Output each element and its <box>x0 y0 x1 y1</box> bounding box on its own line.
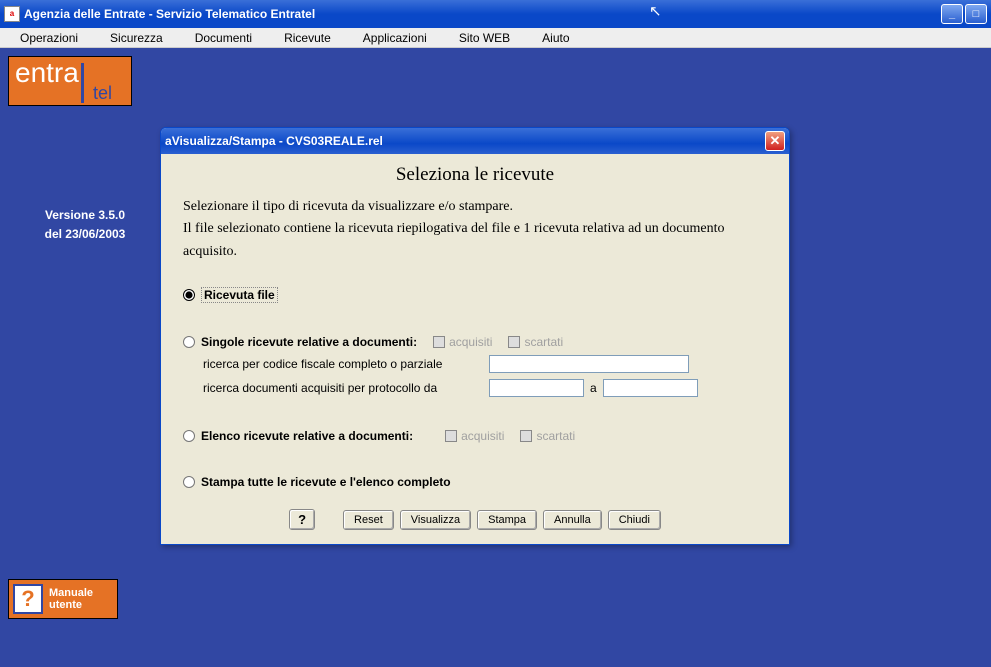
annulla-button[interactable]: Annulla <box>543 510 602 530</box>
input-protocollo-da[interactable] <box>489 379 584 397</box>
radio-singole-ricevute[interactable] <box>183 336 195 348</box>
app-icon: a <box>4 6 20 22</box>
input-protocollo-a[interactable] <box>603 379 698 397</box>
option-singole-ricevute[interactable]: Singole ricevute relative a documenti: a… <box>183 335 767 349</box>
minimize-button[interactable]: _ <box>941 4 963 24</box>
menubar: Operazioni Sicurezza Documenti Ricevute … <box>0 28 991 48</box>
stampa-button[interactable]: Stampa <box>477 510 537 530</box>
option-stampa-tutte[interactable]: Stampa tutte le ricevute e l'elenco comp… <box>183 475 767 489</box>
input-codice-fiscale[interactable] <box>489 355 689 373</box>
label-acquisiti-2: acquisiti <box>461 429 504 443</box>
label-protocollo: ricerca documenti acquisiti per protocol… <box>203 381 483 395</box>
manual-line2: utente <box>49 599 93 611</box>
logo-text-tel: tel <box>93 81 112 105</box>
option-ricevuta-file[interactable]: Ricevuta file <box>183 287 767 303</box>
label-stampa-tutte: Stampa tutte le ricevute e l'elenco comp… <box>201 475 451 489</box>
window-title: Agenzia delle Entrate - Servizio Telemat… <box>24 7 941 21</box>
label-scartati-2: scartati <box>536 429 575 443</box>
menu-aiuto[interactable]: Aiuto <box>526 29 585 47</box>
menu-documenti[interactable]: Documenti <box>179 29 268 47</box>
option-elenco-ricevute[interactable]: Elenco ricevute relative a documenti: ac… <box>183 429 767 443</box>
checkbox-scartati-1[interactable] <box>508 336 520 348</box>
label-protocollo-sep: a <box>590 381 597 395</box>
dialog-button-row: ? Reset Visualizza Stampa Annulla Chiudi <box>183 509 767 530</box>
dialog-heading: Seleziona le ricevute <box>183 164 767 186</box>
manual-line1: Manuale <box>49 587 93 599</box>
row-codice-fiscale: ricerca per codice fiscale completo o pa… <box>203 355 767 373</box>
maximize-button[interactable]: □ <box>965 4 987 24</box>
reset-button[interactable]: Reset <box>343 510 394 530</box>
logo-text-entra: entra <box>15 57 79 88</box>
menu-sicurezza[interactable]: Sicurezza <box>94 29 179 47</box>
logo: entra tel <box>8 56 132 106</box>
label-ricevuta-file: Ricevuta file <box>201 287 278 303</box>
version-line2: del 23/06/2003 <box>8 225 162 244</box>
radio-elenco-ricevute[interactable] <box>183 430 195 442</box>
chiudi-button[interactable]: Chiudi <box>608 510 661 530</box>
radio-stampa-tutte[interactable] <box>183 476 195 488</box>
sidebar: entra tel Versione 3.5.0 del 23/06/2003 … <box>0 48 170 667</box>
version-block: Versione 3.5.0 del 23/06/2003 <box>8 206 162 244</box>
dialog-description: Selezionare il tipo di ricevuta da visua… <box>183 196 767 263</box>
label-scartati-1: scartati <box>524 335 563 349</box>
dialog-icon: a <box>165 134 172 148</box>
dialog-title: Visualizza/Stampa - CVS03REALE.rel <box>172 134 765 148</box>
label-singole-ricevute: Singole ricevute relative a documenti: <box>201 335 417 349</box>
version-line1: Versione 3.5.0 <box>8 206 162 225</box>
visualizza-button[interactable]: Visualizza <box>400 510 471 530</box>
row-protocollo: ricerca documenti acquisiti per protocol… <box>203 379 767 397</box>
menu-ricevute[interactable]: Ricevute <box>268 29 347 47</box>
help-icon: ? <box>13 584 43 614</box>
label-codice-fiscale: ricerca per codice fiscale completo o pa… <box>203 357 483 371</box>
main-titlebar: a Agenzia delle Entrate - Servizio Telem… <box>0 0 991 28</box>
label-elenco-ricevute: Elenco ricevute relative a documenti: <box>201 429 413 443</box>
menu-sitoweb[interactable]: Sito WEB <box>443 29 526 47</box>
menu-applicazioni[interactable]: Applicazioni <box>347 29 443 47</box>
checkbox-acquisiti-1[interactable] <box>433 336 445 348</box>
label-acquisiti-1: acquisiti <box>449 335 492 349</box>
menu-operazioni[interactable]: Operazioni <box>4 29 94 47</box>
manual-button[interactable]: ? Manuale utente <box>8 579 118 619</box>
dialog-close-button[interactable]: ✕ <box>765 131 785 151</box>
checkbox-acquisiti-2[interactable] <box>445 430 457 442</box>
checkbox-scartati-2[interactable] <box>520 430 532 442</box>
dialog-titlebar: a Visualizza/Stampa - CVS03REALE.rel ✕ <box>161 128 789 154</box>
help-button[interactable]: ? <box>289 509 315 530</box>
radio-ricevuta-file[interactable] <box>183 289 195 301</box>
dialog-visualizza-stampa: a Visualizza/Stampa - CVS03REALE.rel ✕ S… <box>160 127 790 545</box>
